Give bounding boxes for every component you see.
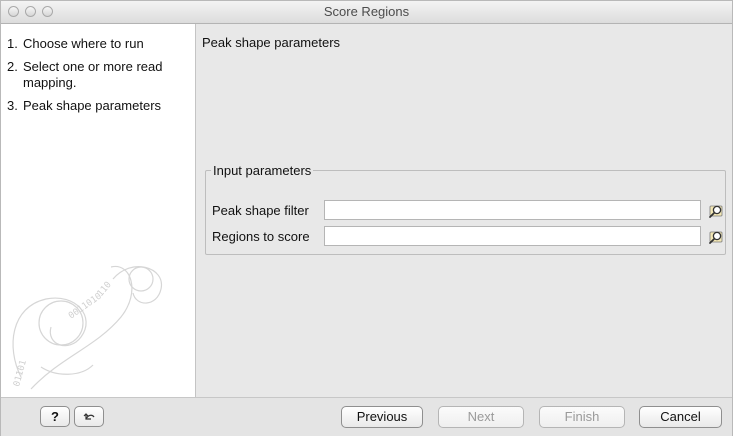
svg-text:01101: 01101 — [12, 359, 29, 388]
steps-list: 1. Choose where to run 2. Select one or … — [7, 36, 193, 121]
group-legend: Input parameters — [213, 163, 312, 178]
regions-to-score-row: Regions to score — [212, 226, 726, 248]
step-label: Peak shape parameters — [23, 98, 162, 113]
reset-icon — [83, 412, 95, 420]
next-button[interactable]: Next — [438, 406, 524, 428]
regions-to-score-input[interactable] — [324, 226, 701, 246]
step-item-1: 1. Choose where to run — [7, 36, 193, 52]
input-parameters-group: Input parameters Peak shape filter Regio… — [205, 163, 726, 255]
regions-to-score-label: Regions to score — [212, 229, 310, 244]
score-regions-dialog: Score Regions 1. Choose where to run 2. … — [0, 0, 733, 436]
step-number: 2. — [7, 59, 18, 74]
step-label: Choose where to run — [23, 36, 144, 51]
reset-button[interactable] — [74, 406, 104, 427]
browse-icon[interactable] — [707, 202, 725, 220]
step-label: Select one or more read mapping. — [23, 59, 163, 90]
finish-button[interactable]: Finish — [539, 406, 625, 428]
help-button[interactable]: ? — [40, 406, 70, 427]
browse-icon[interactable] — [707, 228, 725, 246]
previous-button[interactable]: Previous — [341, 406, 423, 428]
window-title: Score Regions — [323, 4, 410, 19]
peak-shape-filter-row: Peak shape filter — [212, 200, 726, 222]
step-item-2: 2. Select one or more read mapping. — [7, 59, 193, 91]
step-number: 1. — [7, 36, 18, 51]
step-number: 3. — [7, 98, 18, 113]
decorative-swirl-logo: 0011010 01101 110 — [12, 265, 162, 390]
panel-title: Peak shape parameters — [202, 35, 341, 50]
peak-shape-filter-input[interactable] — [324, 200, 701, 220]
wizard-steps-sidebar: 1. Choose where to run 2. Select one or … — [1, 24, 196, 397]
title-bar[interactable]: Score Regions — [1, 1, 732, 24]
dialog-footer: ? Previous Next Finish Cancel — [1, 397, 732, 436]
cancel-button[interactable]: Cancel — [639, 406, 722, 428]
wizard-content: Peak shape parameters Input parameters P… — [196, 24, 732, 397]
step-item-3: 3. Peak shape parameters — [7, 98, 193, 114]
peak-shape-filter-label: Peak shape filter — [212, 203, 309, 218]
